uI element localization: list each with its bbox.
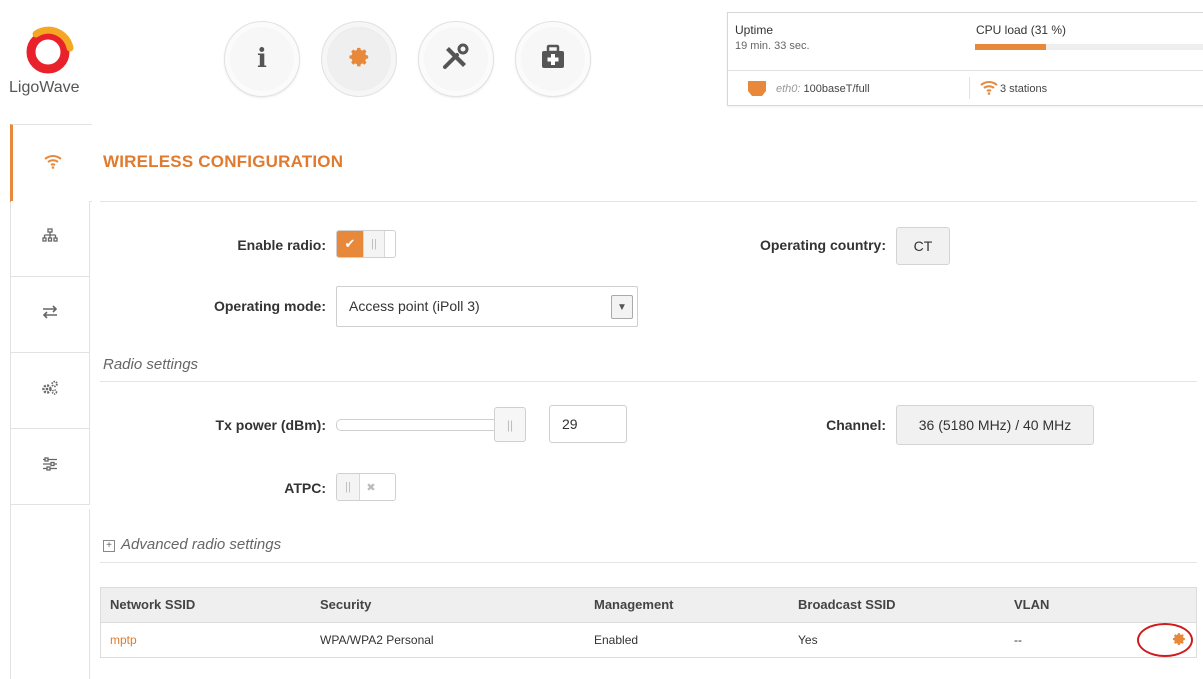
cpu-load-label: CPU load (31 %)	[976, 23, 1067, 37]
gear-icon	[348, 46, 370, 73]
info-icon: i	[257, 44, 267, 74]
sidebar-item-system[interactable]	[11, 429, 90, 505]
first-aid-icon	[540, 44, 566, 75]
advanced-radio-settings-toggle[interactable]: + Advanced radio settings	[103, 536, 281, 553]
gears-icon	[41, 380, 59, 401]
radio-settings-divider	[100, 381, 1197, 382]
tools-icon	[441, 42, 471, 77]
stations-count: 3 stations	[1000, 83, 1048, 95]
enable-radio-toggle[interactable]: ✔ ||	[336, 230, 396, 258]
nav-support-button[interactable]	[515, 21, 591, 97]
page-title: WIRELESS CONFIGURATION	[103, 152, 344, 171]
check-icon: ✔	[337, 231, 363, 257]
ethernet-interface-name: eth0:	[776, 83, 801, 95]
cpu-load-bar	[975, 44, 1203, 50]
ethernet-port-icon	[747, 80, 767, 97]
management-cell: Enabled	[594, 633, 639, 647]
status-divider	[728, 70, 1203, 71]
channel-label: Channel:	[826, 417, 886, 433]
cpu-load-fill	[975, 44, 1046, 50]
close-icon: ✖	[366, 481, 376, 494]
uptime-value: 19 min. 33 sec.	[735, 40, 810, 52]
operating-mode-label: Operating mode:	[213, 298, 326, 314]
tx-power-slider-handle[interactable]: ||	[494, 407, 526, 442]
status-divider-vertical	[969, 77, 970, 99]
wifi-icon	[43, 153, 63, 174]
operating-country-value[interactable]: CT	[896, 227, 950, 265]
nav-configuration-button[interactable]	[321, 21, 397, 97]
column-header-security: Security	[320, 597, 372, 612]
column-header-ssid: Network SSID	[110, 597, 196, 612]
sidebar-item-network[interactable]	[11, 201, 90, 277]
sidebar-item-services[interactable]	[11, 353, 90, 429]
toggle-knob: ||	[337, 474, 360, 500]
column-header-vlan: VLAN	[1014, 597, 1050, 612]
expand-plus-icon: +	[103, 540, 115, 552]
toggle-knob: ||	[363, 231, 385, 257]
status-panel: Uptime 19 min. 33 sec. CPU load (31 %) e…	[727, 12, 1203, 106]
atpc-label: ATPC:	[284, 480, 326, 496]
tx-power-label: Tx power (dBm):	[215, 417, 326, 433]
network-tree-icon	[42, 228, 58, 249]
ethernet-status: eth0: 100baseT/full	[776, 83, 870, 95]
sidebar-filler	[11, 509, 90, 679]
tx-power-slider-track[interactable]	[336, 419, 504, 431]
atpc-toggle[interactable]: || ✖	[336, 473, 396, 501]
sidebar	[10, 124, 92, 679]
sliders-icon	[42, 457, 58, 476]
operating-mode-select[interactable]: Access point (iPoll 3) ▼	[336, 286, 638, 327]
sidebar-item-wireless[interactable]	[10, 124, 92, 202]
highlight-annotation-oval	[1137, 623, 1193, 657]
ssid-link[interactable]: mptp	[110, 633, 137, 647]
vlan-cell: --	[1014, 633, 1022, 647]
channel-value[interactable]: 36 (5180 MHz) / 40 MHz	[896, 405, 1094, 445]
operating-country-label: Operating country:	[759, 237, 886, 253]
table-header: Network SSID Security Management Broadca…	[100, 587, 1197, 623]
table-row: mptp WPA/WPA2 Personal Enabled Yes --	[100, 623, 1197, 658]
uptime-label: Uptime	[735, 23, 774, 37]
broadcast-ssid-cell: Yes	[798, 633, 818, 647]
security-cell: WPA/WPA2 Personal	[320, 633, 434, 647]
ssid-table: Network SSID Security Management Broadca…	[100, 587, 1197, 658]
advanced-radio-settings-label: Advanced radio settings	[121, 536, 282, 553]
brand-name: LigoWave	[9, 79, 80, 96]
enable-radio-label: Enable radio:	[237, 237, 326, 253]
column-header-management: Management	[594, 597, 674, 612]
nav-tools-button[interactable]	[418, 21, 494, 97]
wifi-stations-icon	[980, 79, 998, 100]
column-header-broadcast-ssid: Broadcast SSID	[798, 597, 896, 612]
operating-mode-value: Access point (iPoll 3)	[349, 298, 480, 314]
nav-info-button[interactable]: i	[224, 21, 300, 97]
arrows-exchange-icon	[41, 305, 59, 324]
ethernet-interface-value: 100baseT/full	[803, 83, 870, 95]
radio-settings-heading: Radio settings	[103, 356, 199, 373]
title-divider	[100, 201, 1197, 202]
sidebar-item-routing[interactable]	[11, 277, 90, 353]
advanced-divider	[100, 562, 1197, 563]
chevron-down-icon[interactable]: ▼	[611, 295, 633, 319]
tx-power-input[interactable]: 29	[549, 405, 627, 443]
ligowave-logo	[22, 22, 78, 82]
